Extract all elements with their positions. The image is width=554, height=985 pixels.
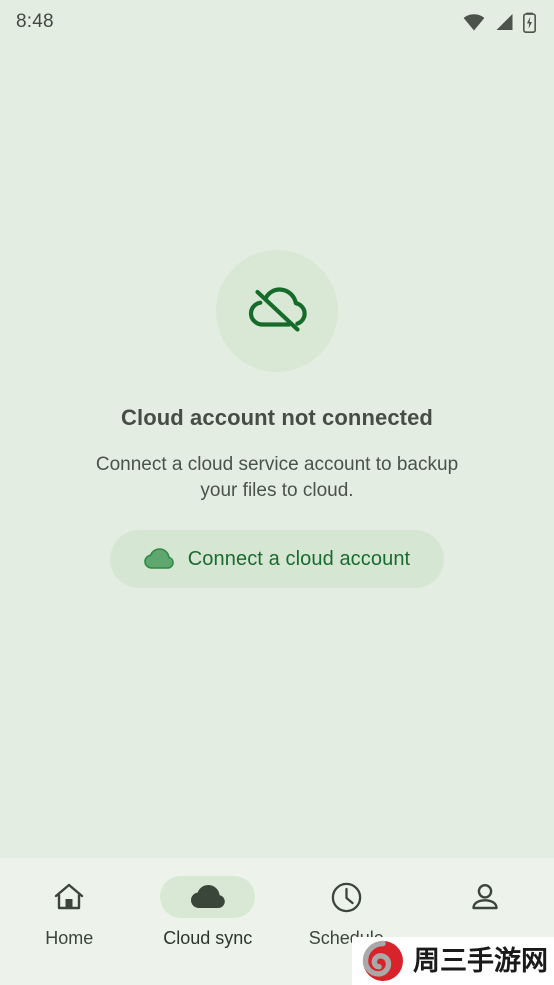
nav-pill-home	[22, 876, 117, 918]
nav-pill-profile	[437, 876, 532, 918]
empty-state-container: Cloud account not connected Connect a cl…	[0, 44, 554, 858]
status-bar-icons	[463, 12, 536, 33]
phone-screen: 8:48 Cloud account not connected Connect…	[0, 0, 554, 985]
wifi-icon	[463, 13, 485, 31]
nav-label-schedule: Schedule	[308, 928, 384, 948]
cloud-icon	[190, 884, 226, 910]
cellular-signal-icon	[494, 13, 514, 31]
cloud-off-icon	[245, 282, 309, 340]
status-bar: 8:48	[0, 0, 554, 44]
nav-pill-schedule	[299, 876, 394, 918]
nav-item-home[interactable]: Home	[0, 876, 139, 949]
nav-label-home: Home	[45, 928, 94, 948]
bottom-navigation-bar: Home Cloud sync Schedule	[0, 858, 554, 985]
connect-button-label: Connect a cloud account	[187, 547, 411, 570]
home-icon	[53, 882, 85, 912]
clock-icon	[331, 882, 362, 913]
empty-state-description: Connect a cloud service account to backu…	[95, 454, 459, 501]
page-title: Cloud account not connected	[121, 405, 433, 430]
nav-item-profile[interactable]	[416, 876, 554, 928]
person-icon	[469, 882, 501, 912]
illustration-circle	[216, 250, 338, 372]
status-bar-clock: 8:48	[16, 11, 54, 32]
nav-item-cloud-sync[interactable]: Cloud sync	[139, 876, 278, 949]
cloud-icon	[143, 548, 174, 570]
nav-item-schedule[interactable]: Schedule	[277, 876, 416, 949]
nav-pill-cloud-sync	[160, 876, 256, 918]
connect-cloud-account-button[interactable]: Connect a cloud account	[109, 530, 445, 588]
nav-label-cloud-sync: Cloud sync	[163, 928, 253, 948]
battery-charging-icon	[523, 12, 536, 33]
